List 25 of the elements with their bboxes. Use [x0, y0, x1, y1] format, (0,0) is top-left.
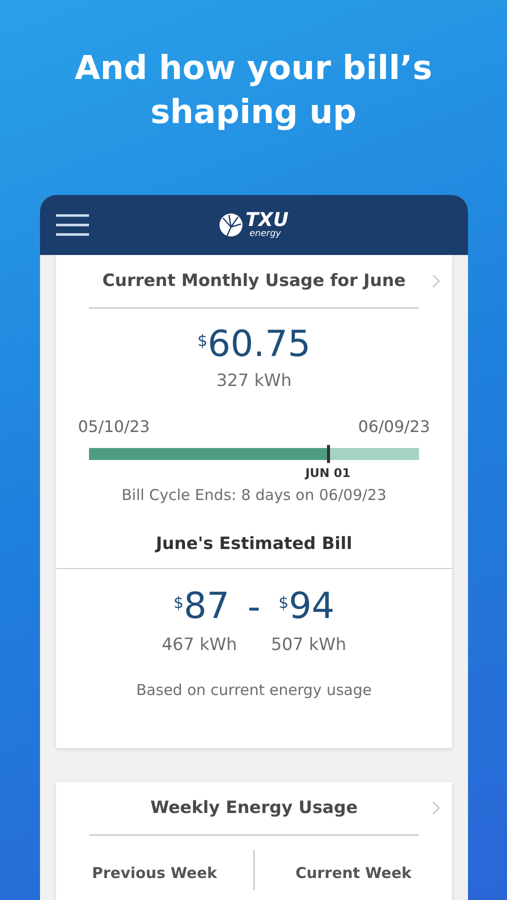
usage-amount: $^{$}$60.75 [197, 324, 311, 365]
low-kwh: 467 kWh [162, 635, 237, 655]
logo-text: TXU [245, 211, 289, 230]
card-title[interactable]: Current Monthly Usage for June [102, 271, 406, 291]
logo-icon [219, 213, 244, 237]
high-estimate: $^{$}$94 [278, 585, 334, 629]
range-separator: - [248, 586, 260, 628]
start-date: 05/10/23 [78, 417, 150, 436]
headline: And how your bill’s shaping up [74, 47, 434, 133]
logo-subtext: energy [249, 230, 282, 239]
section-title: June's Estimated Bill [156, 534, 352, 554]
usage-kwh: 327 kWh [216, 371, 292, 391]
estimate-note: Based on current energy usage [136, 681, 372, 699]
current-date-marker [326, 445, 330, 463]
menu-icon[interactable] [56, 214, 89, 236]
week-column-heading[interactable]: Previous Week [92, 864, 217, 882]
low-estimate: $^{$}$87 [174, 585, 230, 629]
card-title[interactable]: Weekly Energy Usage [150, 798, 358, 818]
week-column-heading[interactable]: Current Week [295, 864, 412, 882]
chevron-right-icon[interactable] [432, 274, 440, 288]
marker-label: JUN 01 [304, 466, 352, 480]
cycle-text: Bill Cycle Ends: 8 days on 06/09/23 [122, 486, 386, 504]
end-date: 06/09/23 [358, 417, 430, 436]
high-kwh: 507 kWh [271, 635, 346, 655]
chevron-right-icon[interactable] [432, 801, 440, 815]
